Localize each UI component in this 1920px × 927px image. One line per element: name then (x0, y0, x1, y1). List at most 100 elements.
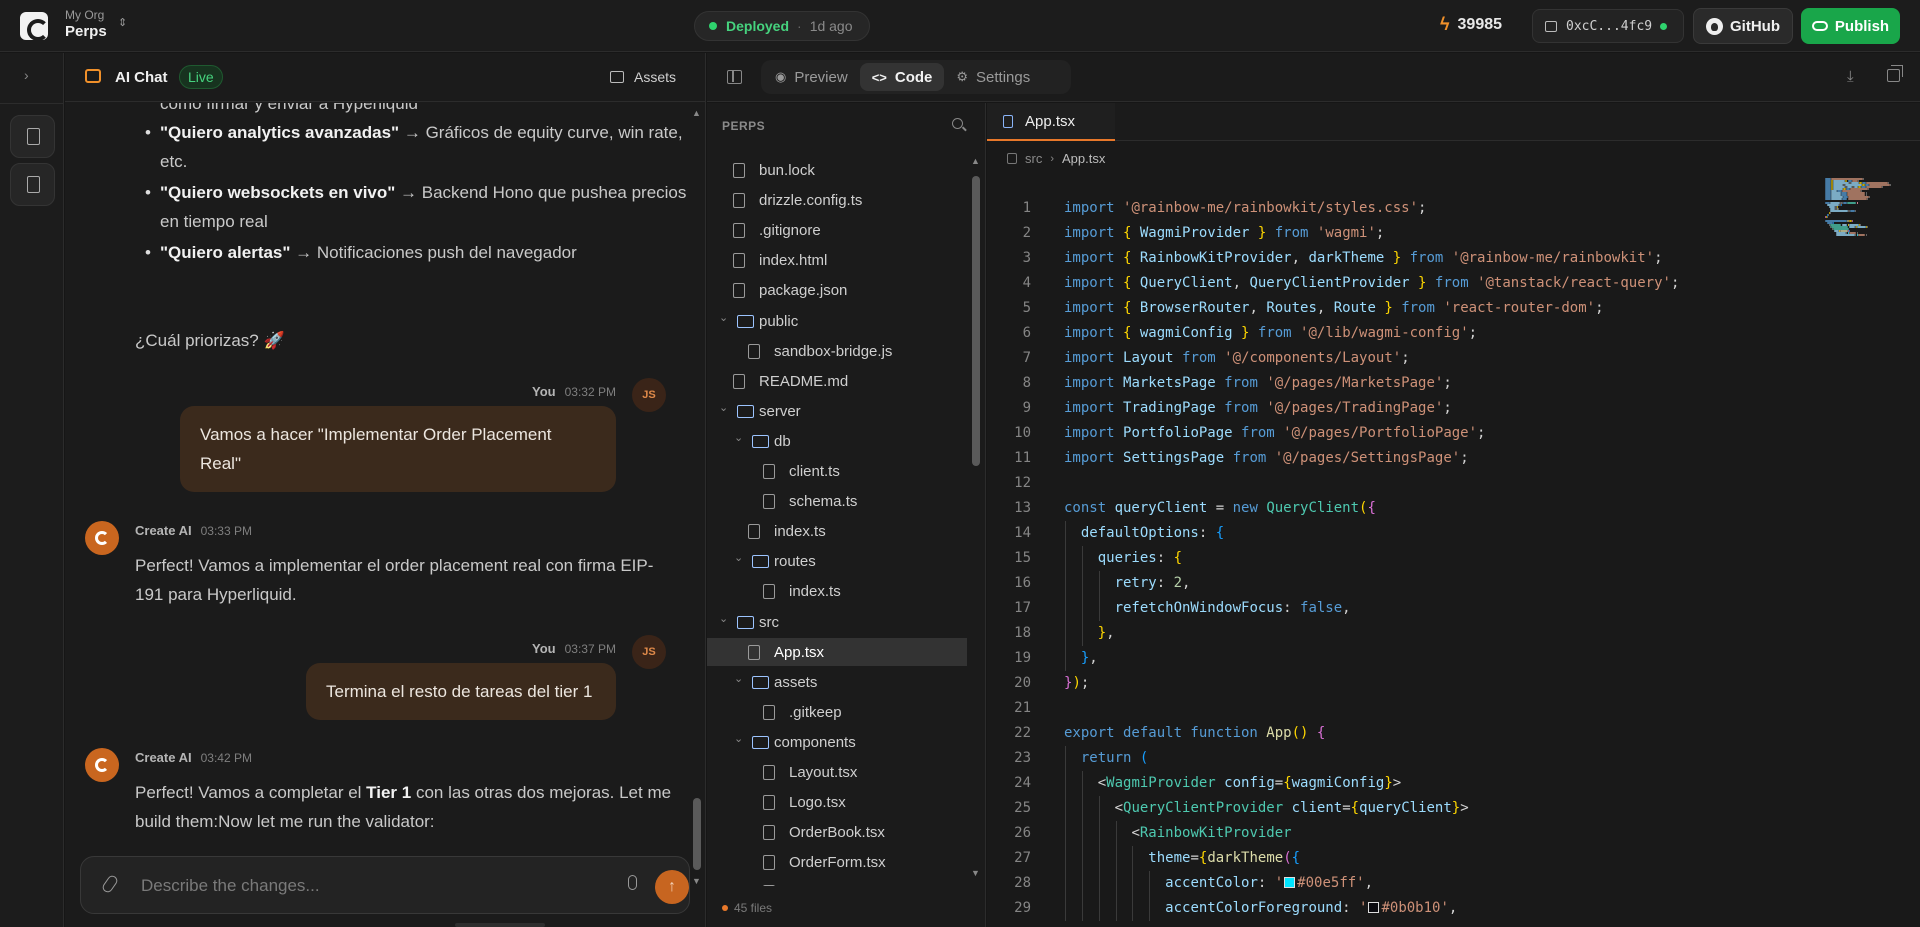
paperclip-icon[interactable] (100, 873, 120, 895)
tree-file[interactable]: index.ts (707, 577, 967, 605)
tree-item-label: sandbox-bridge.js (774, 342, 893, 360)
code-line: 28 accentColor: ' #00e5ff', (987, 871, 1920, 896)
wallet-button[interactable]: 0xcC...4fc9 (1532, 9, 1684, 43)
breadcrumb-item[interactable]: App.tsx (1062, 151, 1105, 166)
line-number: 13 (1014, 500, 1031, 516)
tab-settings[interactable]: ⚙ Settings (944, 63, 1042, 91)
chat-input[interactable] (141, 871, 581, 901)
code-token: TradingPage (1123, 400, 1216, 416)
code-area[interactable]: 1 import '@rainbow-me/rainbowkit/styles.c… (987, 196, 1920, 927)
tree-file[interactable]: drizzle.config.ts (707, 186, 967, 214)
tree-folder[interactable]: ⌄ assets (707, 668, 967, 696)
tree-file[interactable]: README.md (707, 367, 967, 395)
tree-file[interactable]: client.ts (707, 457, 967, 485)
credits-counter[interactable]: ϟ 39985 (1440, 14, 1502, 35)
chat-scrollbar[interactable]: ▲ ▼ (692, 108, 702, 893)
deploy-status-pill[interactable]: Deployed · 1d ago (694, 11, 870, 41)
tree-file[interactable]: index.ts (707, 517, 967, 545)
tree-folder[interactable]: ⌄ routes (707, 547, 967, 575)
code-token: from (1274, 225, 1317, 241)
scroll-down-icon[interactable]: ▼ (692, 876, 701, 886)
chevron-down-icon[interactable]: ⌄ (719, 311, 728, 324)
tree-folder[interactable]: ⌄ components (707, 728, 967, 756)
scroll-up-icon[interactable]: ▲ (692, 108, 701, 118)
chevron-down-icon[interactable]: ⌄ (719, 401, 728, 414)
tree-folder[interactable]: ⌄ public (707, 307, 967, 335)
scroll-thumb[interactable] (693, 798, 701, 870)
line-number: 23 (1014, 750, 1031, 766)
code-token: import (1064, 325, 1124, 341)
tab-preview[interactable]: ◉ Preview (763, 63, 860, 91)
code-token: < (1131, 825, 1140, 841)
send-button[interactable]: ↑ (655, 870, 689, 904)
tree-file[interactable]: .gitignore (707, 216, 967, 244)
message-author: You (532, 641, 556, 656)
image-icon (610, 71, 624, 83)
scroll-up-icon[interactable]: ▲ (971, 156, 980, 166)
code-token: } (1097, 625, 1107, 641)
chevron-down-icon[interactable]: ⌄ (734, 551, 743, 564)
chevron-down-icon[interactable]: ⌄ (734, 672, 743, 685)
tree-folder[interactable]: ⌄ db (707, 427, 967, 455)
tree-file[interactable]: package.json (707, 276, 967, 304)
tree-file[interactable]: .gitkeep (707, 698, 967, 726)
file-icon (733, 223, 745, 239)
rail-page-button-1[interactable] (10, 115, 55, 158)
app-logo[interactable] (20, 12, 49, 41)
tree-item-label: Layout.tsx (789, 764, 858, 781)
chevron-right-icon[interactable]: › (24, 67, 29, 83)
tree-file[interactable] (707, 878, 967, 886)
tree-item-label: App.tsx (774, 643, 825, 661)
code-token: new (1232, 500, 1267, 516)
tree-file[interactable]: index.html (707, 246, 967, 274)
code-token: { (1350, 800, 1360, 816)
search-icon[interactable] (952, 118, 963, 129)
resize-grip[interactable] (455, 923, 545, 927)
tab-code[interactable]: <> Code (859, 63, 945, 91)
tree-file[interactable]: Layout.tsx (707, 758, 967, 786)
chevron-updown-icon[interactable]: ⇕ (118, 16, 127, 29)
tree-item-label: OrderBook.tsx (789, 824, 885, 842)
download-icon[interactable]: ⤓ (1847, 68, 1854, 85)
line-number: 11 (1014, 450, 1031, 466)
org-switcher[interactable]: My Org Perps (65, 8, 107, 40)
sidebar-toggle-icon[interactable] (727, 70, 742, 84)
scroll-down-icon[interactable]: ▼ (971, 868, 980, 878)
code-token: } (1384, 775, 1393, 791)
rail-page-button-2[interactable] (10, 163, 55, 206)
editor-tab-app[interactable]: App.tsx (987, 103, 1115, 141)
tree-file[interactable]: OrderBook.tsx (707, 818, 967, 846)
tree-folder[interactable]: ⌄ src (707, 608, 967, 636)
tree-scrollbar[interactable]: ▲ ▼ (969, 156, 983, 886)
assets-button[interactable]: Assets (610, 69, 676, 85)
publish-button[interactable]: Publish (1801, 8, 1900, 44)
code-text: theme={darkTheme({ (1064, 846, 1300, 871)
tree-folder[interactable]: ⌄ server (707, 397, 967, 425)
tree-item-label: package.json (759, 282, 848, 300)
chevron-down-icon[interactable]: ⌄ (734, 732, 743, 745)
tree-file[interactable]: App.tsx (707, 637, 967, 666)
tree-file[interactable]: bun.lock (707, 156, 967, 184)
code-token: wagmiConfig (1139, 325, 1233, 341)
github-button[interactable]: GitHub (1693, 8, 1793, 44)
microphone-icon[interactable] (628, 875, 637, 890)
tree-file[interactable]: schema.ts (707, 487, 967, 515)
tree-file[interactable]: OrderForm.tsx (707, 848, 967, 876)
copy-icon[interactable] (1887, 65, 1903, 82)
tree-file[interactable]: Logo.tsx (707, 788, 967, 816)
chevron-down-icon[interactable]: ⌄ (734, 431, 743, 444)
ai-message-text: Perfect! Vamos a implementar el order pl… (135, 556, 654, 604)
chevron-down-icon[interactable]: ⌄ (719, 612, 728, 625)
message-list[interactable]: como firmar y enviar a Hyperliquid "Quie… (65, 103, 690, 893)
scroll-thumb[interactable] (972, 176, 980, 466)
breadcrumb-item[interactable]: src (1025, 151, 1042, 166)
tree-file[interactable]: sandbox-bridge.js (707, 337, 967, 365)
code-token: import (1064, 400, 1124, 416)
code-token: theme (1148, 850, 1191, 866)
avatar: JS (632, 378, 666, 412)
code-token: ( (1283, 850, 1292, 866)
code-token: #00e5ff' (1297, 875, 1365, 891)
